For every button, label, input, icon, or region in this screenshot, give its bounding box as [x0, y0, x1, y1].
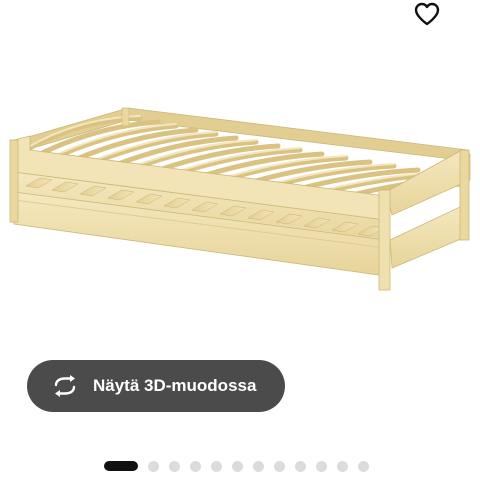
view-3d-button[interactable]: Näytä 3D-muodossa — [27, 360, 285, 412]
carousel-dot[interactable] — [274, 460, 285, 472]
carousel-dot[interactable] — [358, 460, 369, 472]
carousel-dot[interactable] — [211, 460, 222, 472]
product-image[interactable] — [0, 40, 480, 350]
view-3d-label: Näytä 3D-muodossa — [93, 376, 257, 395]
carousel-dot[interactable] — [169, 460, 180, 472]
carousel-dot[interactable] — [148, 460, 159, 472]
rotate-arrows-icon — [51, 372, 79, 400]
favorite-button[interactable] — [410, 0, 444, 28]
heart-outline-icon — [414, 2, 440, 26]
carousel-dot[interactable] — [337, 460, 348, 472]
bed-illustration — [9, 107, 471, 291]
carousel-dot[interactable] — [316, 460, 327, 472]
carousel-indicator — [104, 460, 379, 472]
carousel-dot[interactable] — [295, 460, 306, 472]
carousel-dot[interactable] — [190, 460, 201, 472]
carousel-dot[interactable] — [253, 460, 264, 472]
carousel-dot[interactable] — [232, 460, 243, 472]
carousel-dot-active[interactable] — [104, 461, 138, 471]
